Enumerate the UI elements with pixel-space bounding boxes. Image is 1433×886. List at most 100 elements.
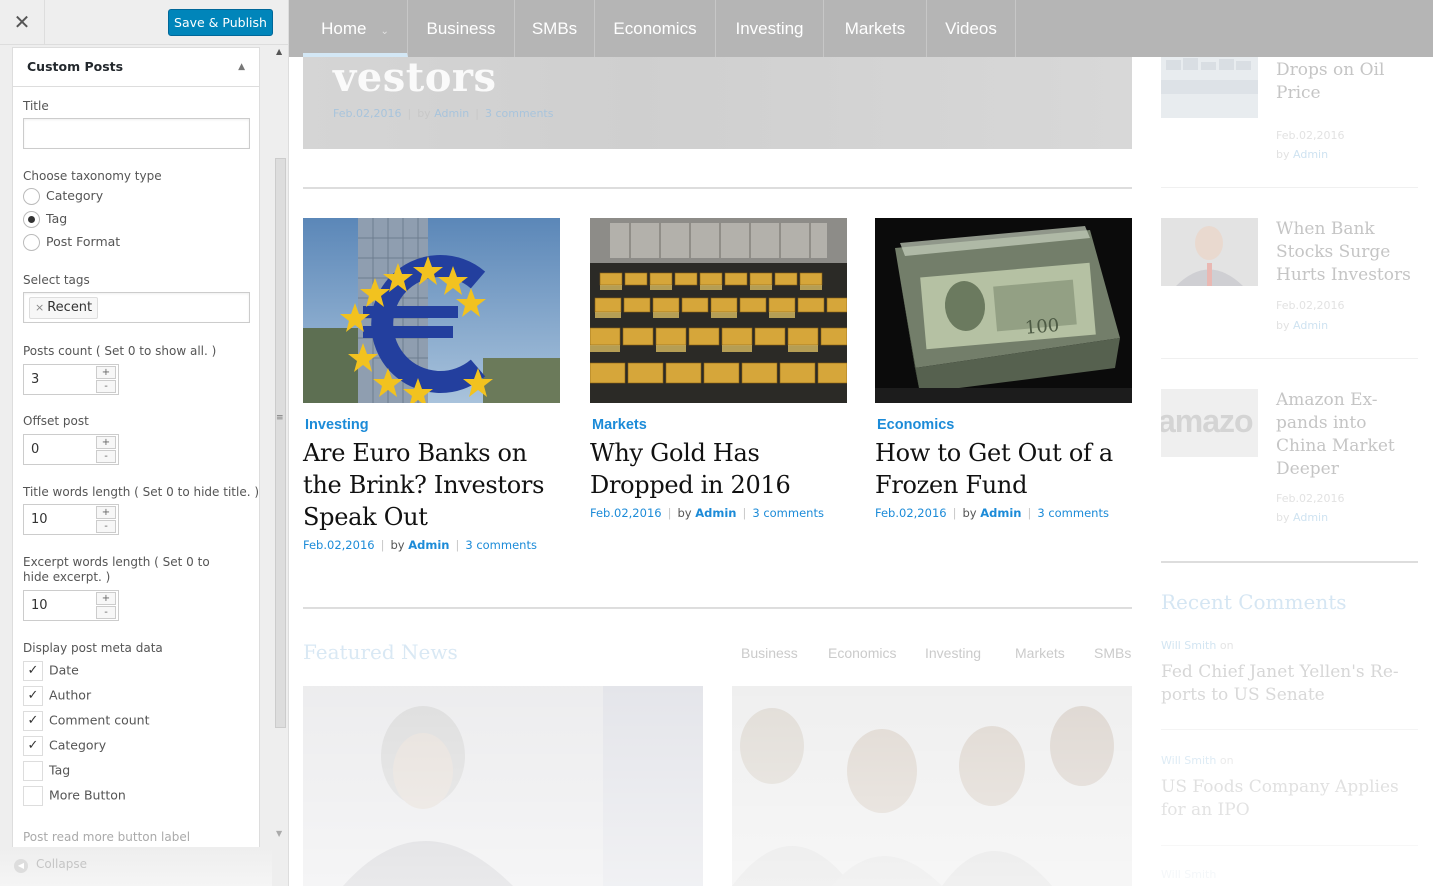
sidebar-section-divider [1161,561,1418,563]
nav-label: Markets [844,19,906,38]
increment-button[interactable]: + [96,366,116,379]
comment-post-title[interactable]: US Foods Company Applies for an IPO [1161,776,1418,822]
radio-post-format[interactable]: Post Format [23,234,120,254]
customizer-panel: ✕ Save & Publish Custom Posts ▲ Title Ch… [0,0,289,886]
frozen-money-image: 100 [875,218,1132,403]
sidebar-post-author[interactable]: Admin [1293,511,1328,524]
post-author[interactable]: Admin [980,506,1021,520]
increment-button[interactable]: + [96,592,116,605]
radio-category[interactable]: Category [23,188,103,208]
save-publish-button[interactable]: Save & Publish [168,9,273,36]
collapse-label: Collapse [36,857,87,871]
post-category-link[interactable]: Markets [592,417,847,433]
post-category-link[interactable]: Investing [305,417,560,433]
comment-author-link[interactable]: Will Smith [1161,754,1216,767]
checkbox-date[interactable]: ✓ Date [23,661,79,681]
featured-tab-smbs[interactable]: SMBs [1094,645,1131,661]
post-comments[interactable]: 3 comments [752,506,824,520]
banker-portrait-image [1161,218,1258,286]
tags-select[interactable]: × Recent [23,292,250,323]
nav-economics[interactable]: Economics [595,0,716,57]
nav-business[interactable]: Business [408,0,515,57]
checkbox-category[interactable]: ✓ Category [23,736,106,756]
post-title[interactable]: Why Gold Has Dropped in 2016 [590,437,847,501]
hero-comments[interactable]: 3 comments [485,107,554,120]
post-image-euro[interactable] [303,218,560,403]
checkbox-unchecked-icon [23,761,43,781]
nav-investing[interactable]: Investing [716,0,824,57]
checkbox-more-button[interactable]: More Button [23,786,126,806]
scroll-down-icon[interactable]: ▼ [276,829,282,838]
panel-scrollbar[interactable]: ▲ ≡ ▼ [272,45,288,845]
scrollbar-thumb[interactable] [275,158,286,728]
featured-image-team[interactable] [732,686,1132,886]
comment-author-link[interactable]: Will Smith [1161,639,1216,652]
featured-tab-investing[interactable]: Investing [925,645,981,661]
sidebar-thumb-banker[interactable] [1161,218,1258,286]
sidebar-post-author[interactable]: Admin [1293,148,1328,161]
post-title[interactable]: How to Get Out of a Frozen Fund [875,437,1132,501]
excerpt-words-stepper[interactable]: 10 + - [23,590,119,621]
post-image-gold[interactable] [590,218,847,403]
sidebar-thumb-amazon[interactable]: amazo [1161,389,1258,457]
post-date[interactable]: Feb.02,2016 [875,506,947,520]
increment-button[interactable]: + [96,506,116,519]
increment-button[interactable]: + [96,436,116,449]
checkbox-comment-count[interactable]: ✓ Comment count [23,711,149,731]
post-title[interactable]: Are Euro Banks on the Brink? Investors S… [303,437,560,533]
post-author[interactable]: Admin [695,506,736,520]
site-preview: vestors Feb.02,2016 | by Admin | 3 comments … [289,0,1433,886]
post-category-link[interactable]: Economics [877,417,1132,433]
checkbox-unchecked-icon [23,786,43,806]
featured-news-heading: Featured News [303,640,458,664]
arrow-up-icon: ▲ [238,62,245,72]
post-date[interactable]: Feb.02,2016 [303,538,375,552]
nav-markets[interactable]: Markets [824,0,927,57]
decrement-button[interactable]: - [96,380,116,393]
checkbox-tag[interactable]: Tag [23,761,70,781]
nav-smbs[interactable]: SMBs [515,0,595,57]
hero-meta: Feb.02,2016 | by Admin | 3 comments [333,107,553,120]
title-words-stepper[interactable]: 10 + - [23,504,119,535]
collapse-button[interactable]: ◀ Collapse [14,857,87,873]
sidebar-post-author[interactable]: Admin [1293,319,1328,332]
meta-separator: | [952,506,957,520]
post-comments[interactable]: 3 comments [1037,506,1109,520]
offset-stepper[interactable]: 0 + - [23,434,119,465]
sidebar-post-title[interactable]: When Bank Stocks Surge Hurts Investors [1276,218,1418,287]
comment-post-title[interactable]: Fed Chief Janet Yellen's Re-ports to US … [1161,661,1418,707]
nav-label: Economics [613,19,697,38]
post-comments[interactable]: 3 comments [465,538,537,552]
post-date[interactable]: Feb.02,2016 [590,506,662,520]
nav-videos[interactable]: Videos [927,0,1016,57]
amazon-logo-text: amazo [1161,403,1254,439]
post-author[interactable]: Admin [408,538,449,552]
post-by: by [390,538,405,552]
comment-author-link[interactable]: Will Smith [1161,868,1216,881]
close-customizer-button[interactable]: ✕ [0,0,45,45]
post-image-frozen[interactable]: 100 [875,218,1132,403]
sidebar-post-date: Feb.02,2016 [1276,129,1345,142]
featured-tab-business[interactable]: Business [741,645,798,661]
hero-title[interactable]: vestors [333,54,496,101]
featured-image-yellen[interactable] [303,686,703,886]
nav-home[interactable]: Home ⌄ [303,0,408,57]
decrement-button[interactable]: - [96,606,116,619]
featured-tab-markets[interactable]: Markets [1015,645,1065,661]
checkbox-author[interactable]: ✓ Author [23,686,91,706]
sidebar-post-title[interactable]: Amazon Ex-pands into China Market Deeper [1276,389,1418,481]
featured-tab-economics[interactable]: Economics [828,645,896,661]
sidebar-post-title[interactable]: Maersk's Profit Drops on Oil Price [1276,48,1418,117]
scroll-up-icon[interactable]: ▲ [276,47,282,56]
radio-tag[interactable]: Tag [23,211,67,231]
posts-count-stepper[interactable]: 3 + - [23,364,119,395]
decrement-button[interactable]: - [96,520,116,533]
comment-on-label: on [1219,754,1234,767]
checkbox-checked-icon: ✓ [23,736,43,756]
remove-tag-icon[interactable]: × [35,301,44,314]
sidebar-thumb-ship[interactable] [1161,50,1258,118]
section-toggle-custom-posts[interactable]: Custom Posts ▲ [12,47,260,87]
title-input[interactable] [23,118,250,149]
hero-author[interactable]: Admin [434,107,469,120]
decrement-button[interactable]: - [96,450,116,463]
